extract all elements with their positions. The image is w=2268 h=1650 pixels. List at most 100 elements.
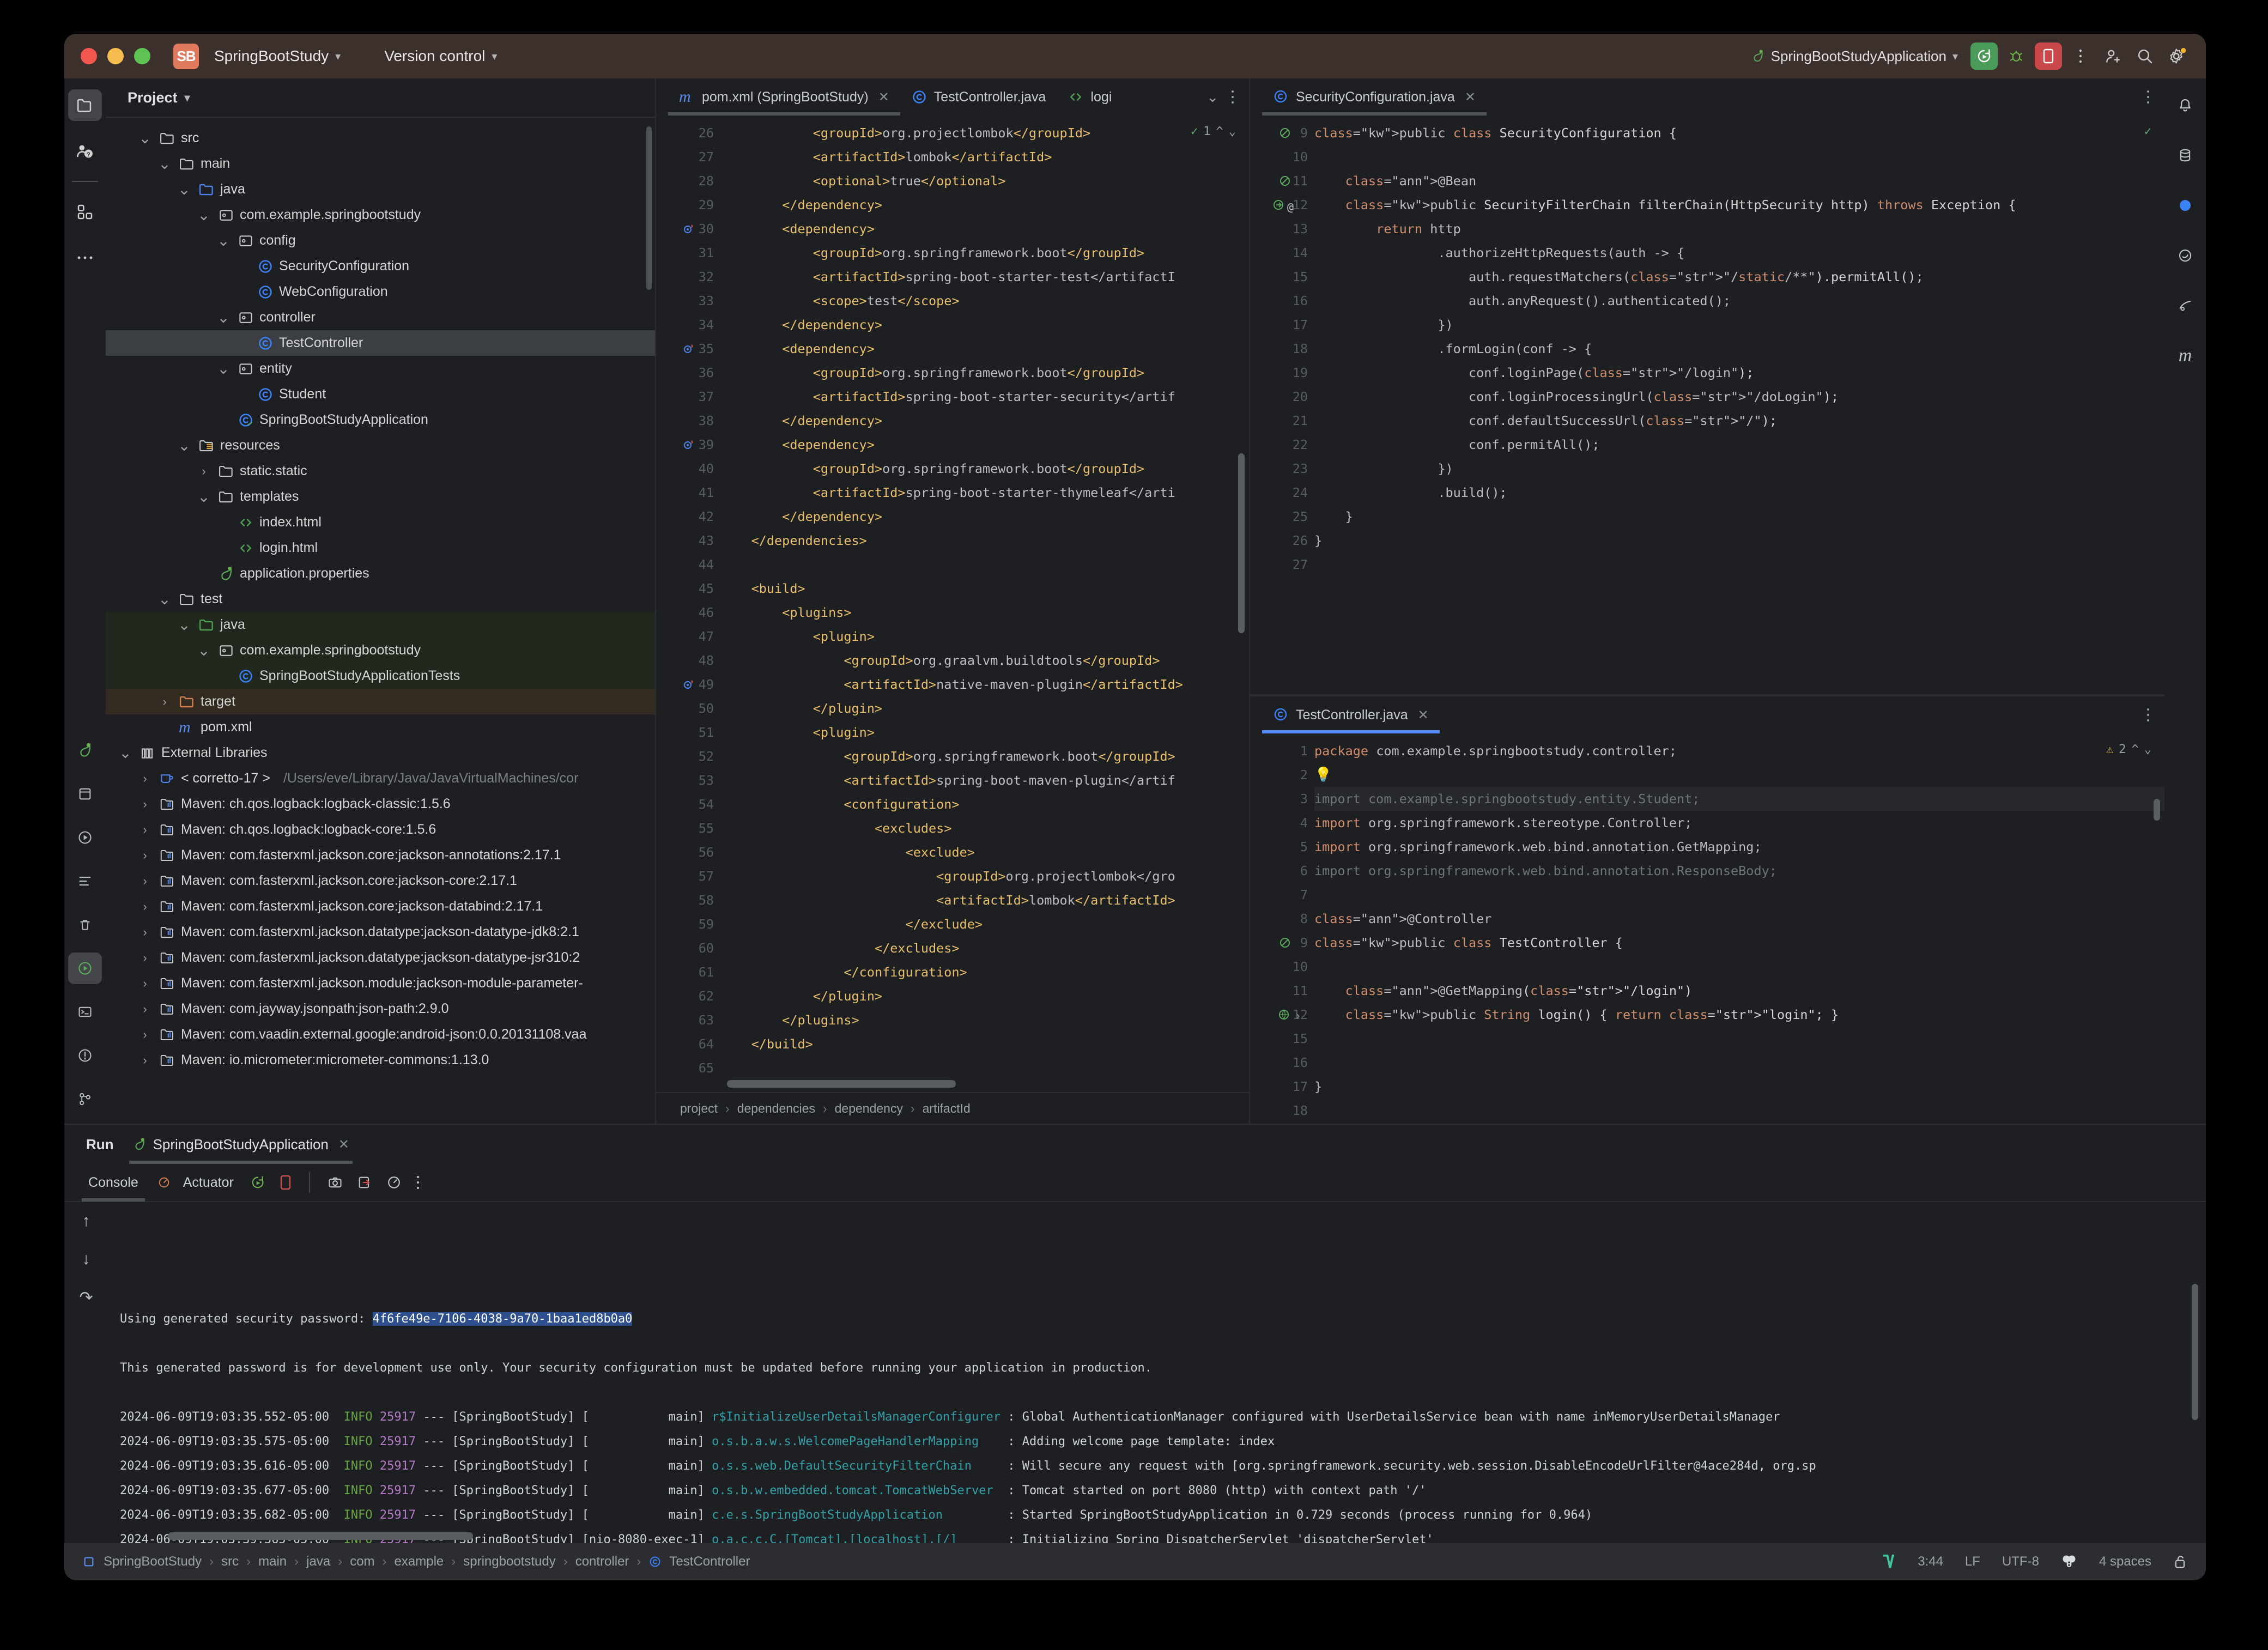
tool-window-todo[interactable] bbox=[68, 865, 102, 897]
code-line[interactable] bbox=[720, 1056, 1249, 1080]
code-line[interactable]: <groupId>org.springframework.boot</group… bbox=[720, 744, 1249, 768]
code-line[interactable]: </dependency> bbox=[720, 193, 1249, 217]
code-line[interactable]: </dependency> bbox=[720, 505, 1249, 529]
code-line[interactable] bbox=[1314, 145, 2164, 169]
tree-node[interactable]: ⌄main bbox=[106, 151, 655, 177]
status-breadcrumb-item[interactable]: springbootstudy bbox=[463, 1554, 555, 1569]
tool-window-bookmarks[interactable] bbox=[68, 778, 102, 810]
tool-window-problems[interactable] bbox=[68, 1040, 102, 1071]
debug-button[interactable] bbox=[2003, 43, 2030, 70]
rerun-button[interactable] bbox=[1970, 43, 1998, 70]
code-line[interactable]: </plugin> bbox=[720, 984, 1249, 1008]
code-line[interactable]: } bbox=[1314, 529, 2164, 553]
line-separator[interactable]: LF bbox=[1965, 1554, 1980, 1569]
close-icon[interactable]: ✕ bbox=[338, 1137, 349, 1152]
code-line[interactable]: 💡 bbox=[1314, 763, 2164, 787]
tab-actuator[interactable]: Actuator bbox=[155, 1163, 236, 1202]
notifications-bell-icon[interactable] bbox=[2168, 89, 2202, 121]
code-line[interactable]: class="kw">public String login() { retur… bbox=[1314, 1003, 2164, 1027]
breadcrumb-item[interactable]: dependencies bbox=[737, 1101, 815, 1116]
code-line[interactable]: .formLogin(conf -> { bbox=[1314, 337, 2164, 361]
tool-window-terminal[interactable] bbox=[68, 996, 102, 1028]
code-line[interactable] bbox=[1314, 1027, 2164, 1051]
code-line[interactable]: conf.loginProcessingUrl(class="str">"/do… bbox=[1314, 385, 2164, 409]
code-line[interactable]: <groupId>org.projectlombok</groupId> bbox=[720, 121, 1249, 145]
tree-node[interactable]: mpom.xml bbox=[106, 714, 655, 740]
code-line[interactable]: class="ann">@GetMapping(class="str">"/lo… bbox=[1314, 979, 2164, 1003]
tree-node[interactable]: application.properties bbox=[106, 561, 655, 586]
code-line[interactable]: return http bbox=[1314, 217, 2164, 241]
code-line[interactable]: <groupId>org.springframework.boot</group… bbox=[720, 361, 1249, 385]
more-actions-icon[interactable] bbox=[1230, 89, 1235, 105]
code-line[interactable]: <dependency> bbox=[720, 337, 1249, 361]
tree-node[interactable]: ›Maven: com.fasterxml.jackson.datatype:j… bbox=[106, 945, 655, 970]
code-line[interactable]: <dependency> bbox=[720, 433, 1249, 457]
editor-tabs-testcontroller[interactable]: TestController.java ✕ bbox=[1250, 696, 2164, 733]
code-line[interactable]: import org.springframework.web.bind.anno… bbox=[1314, 859, 2164, 883]
project-name-menu[interactable]: SpringBootStudy ▾ bbox=[209, 44, 346, 68]
tree-node[interactable]: ›static.static bbox=[106, 458, 655, 484]
tree-node[interactable]: ⌄templates bbox=[106, 484, 655, 509]
delete-icon[interactable] bbox=[68, 909, 102, 941]
close-icon[interactable]: ✕ bbox=[878, 89, 889, 105]
project-pane-header[interactable]: Project ▾ bbox=[106, 78, 655, 118]
file-encoding[interactable]: UTF-8 bbox=[2002, 1554, 2039, 1569]
code-line[interactable]: <groupId>org.graalvm.buildtools</groupId… bbox=[720, 648, 1249, 672]
code-line[interactable]: </dependency> bbox=[720, 409, 1249, 433]
tree-node[interactable]: ›target bbox=[106, 689, 655, 714]
security-configuration-editor[interactable]: 9101112@131415161718192021222324252627 c… bbox=[1250, 116, 2164, 694]
status-breadcrumb-item[interactable]: com bbox=[350, 1554, 374, 1569]
more-actions-icon[interactable] bbox=[2067, 43, 2094, 70]
code-line[interactable]: <configuration> bbox=[720, 792, 1249, 816]
code-line[interactable]: <artifactId>spring-boot-maven-plugin</ar… bbox=[720, 768, 1249, 792]
code-line[interactable]: class="kw">public SecurityFilterChain fi… bbox=[1314, 193, 2164, 217]
code-line[interactable]: import org.springframework.web.bind.anno… bbox=[1314, 835, 2164, 859]
code-line[interactable] bbox=[1314, 1051, 2164, 1075]
console-vertical-scrollbar[interactable] bbox=[2192, 1284, 2198, 1420]
code-line[interactable]: <artifactId>lombok</artifactId> bbox=[720, 145, 1249, 169]
code-line[interactable] bbox=[1314, 553, 2164, 577]
code-line[interactable]: }) bbox=[1314, 313, 2164, 337]
tree-node[interactable]: ›Maven: com.fasterxml.jackson.core:jacks… bbox=[106, 894, 655, 919]
tree-node[interactable]: ›Maven: ch.qos.logback:logback-classic:1… bbox=[106, 791, 655, 817]
code-line[interactable]: class="ann">@Controller bbox=[1314, 907, 2164, 931]
tree-node[interactable]: ›Maven: com.fasterxml.jackson.module:jac… bbox=[106, 970, 655, 996]
status-breadcrumb-item[interactable]: TestController bbox=[669, 1554, 750, 1569]
scroll-up-icon[interactable]: ↑ bbox=[82, 1212, 90, 1230]
tree-node[interactable]: ⌄config bbox=[106, 228, 655, 253]
more-actions-icon[interactable] bbox=[2146, 707, 2150, 723]
tree-node[interactable]: ⌄java bbox=[106, 177, 655, 202]
tool-window-version-control[interactable] bbox=[68, 1083, 102, 1115]
code-line[interactable]: }) bbox=[1314, 457, 2164, 481]
pom-breadcrumb[interactable]: project›dependencies›dependency›artifact… bbox=[656, 1092, 1249, 1124]
testcontroller-code-lines[interactable]: package com.example.springbootstudy.cont… bbox=[1314, 733, 2164, 1123]
code-line[interactable] bbox=[1314, 1099, 2164, 1123]
security-inspection-widget[interactable]: ✓ bbox=[2144, 120, 2151, 144]
pom-horizontal-scrollbar[interactable] bbox=[727, 1080, 956, 1088]
run-configuration-selector[interactable]: SpringBootStudyApplication ▾ bbox=[1751, 48, 1958, 65]
next-problem-icon[interactable]: ⌄ bbox=[1229, 120, 1236, 144]
run-session-tab[interactable]: SpringBootStudyApplication ✕ bbox=[125, 1125, 357, 1164]
tree-node[interactable]: ⌄entity bbox=[106, 356, 655, 381]
maximize-window-button[interactable] bbox=[134, 48, 150, 64]
window-controls[interactable] bbox=[81, 48, 150, 64]
tree-node[interactable]: ⌄External Libraries bbox=[106, 740, 655, 766]
soft-wrap-icon[interactable]: ↷ bbox=[79, 1288, 93, 1307]
tree-node[interactable]: ›Maven: io.micrometer:micrometer-commons… bbox=[106, 1047, 655, 1073]
more-actions-icon[interactable] bbox=[2146, 89, 2150, 105]
code-line[interactable]: <excludes> bbox=[720, 816, 1249, 840]
code-line[interactable]: <plugin> bbox=[720, 624, 1249, 648]
code-line[interactable]: </build> bbox=[720, 1032, 1249, 1056]
next-problem-icon[interactable]: ⌄ bbox=[2144, 738, 2151, 762]
screenshot-icon[interactable] bbox=[328, 1175, 343, 1190]
spring-boot-icon[interactable] bbox=[2168, 240, 2202, 271]
tree-node[interactable]: ⌄src bbox=[106, 125, 655, 151]
code-line[interactable] bbox=[1314, 883, 2164, 907]
code-line[interactable] bbox=[720, 553, 1249, 577]
code-line[interactable]: } bbox=[1314, 1075, 2164, 1099]
vcs-branch-icon[interactable] bbox=[1882, 1554, 1896, 1570]
run-tool-window-button[interactable] bbox=[68, 953, 102, 984]
caret-position[interactable]: 3:44 bbox=[1918, 1554, 1943, 1569]
tab-test-controller[interactable]: TestController.java ✕ bbox=[1262, 696, 1440, 733]
database-icon[interactable] bbox=[2168, 139, 2202, 171]
